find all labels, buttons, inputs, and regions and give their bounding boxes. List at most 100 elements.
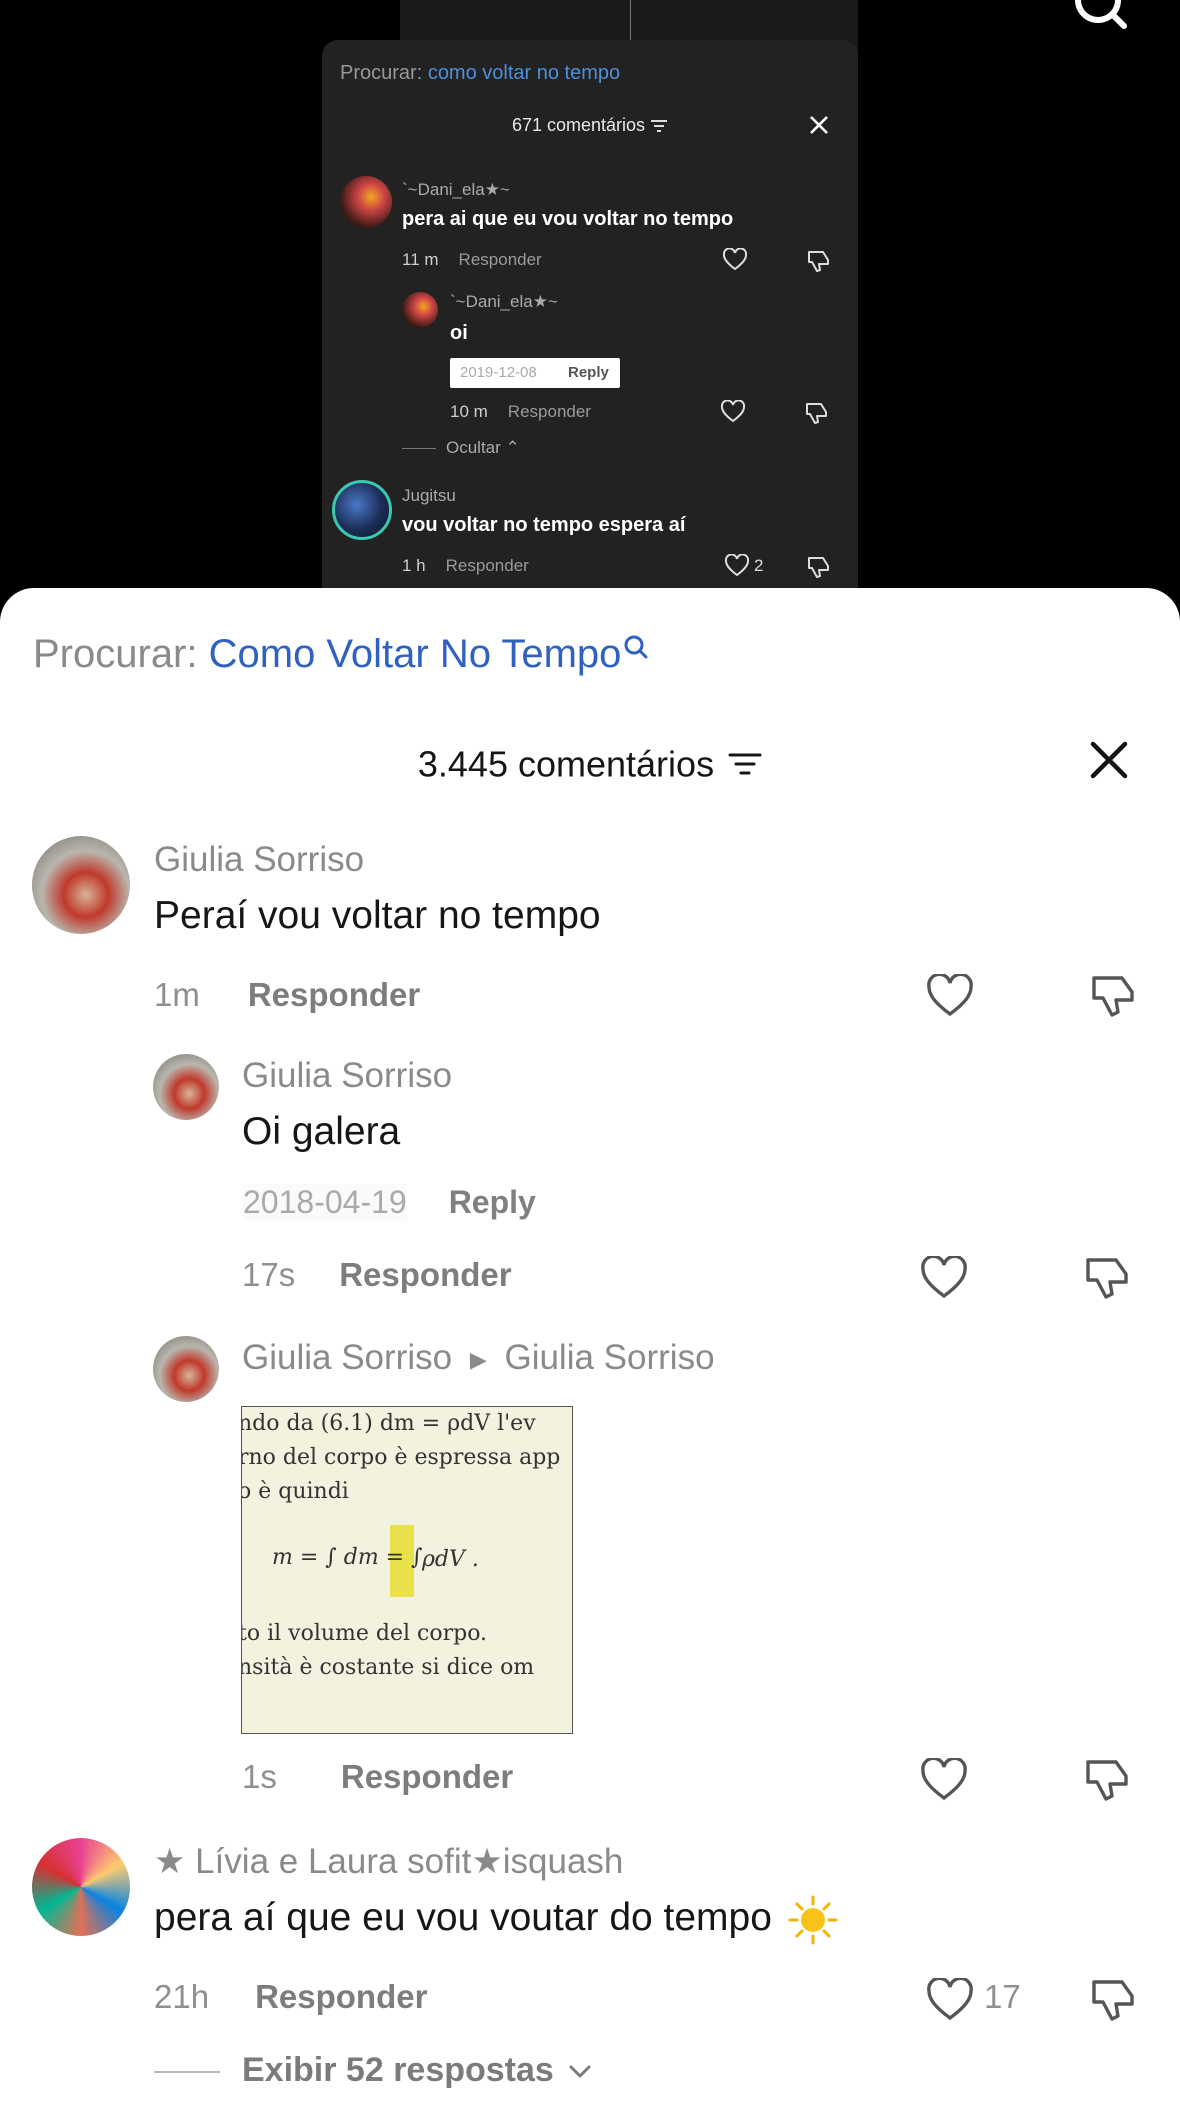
mini-comment-count-text: 671 comentários xyxy=(511,115,646,135)
dislike-icon[interactable] xyxy=(1084,1756,1132,1804)
heart-icon[interactable] xyxy=(926,1978,974,2022)
filter-icon[interactable] xyxy=(728,751,762,777)
date-reply-button[interactable]: Reply xyxy=(449,1184,536,1220)
image-line: rno del corpo è espressa app xyxy=(241,1445,561,1470)
mini-dislike-icon[interactable] xyxy=(806,554,832,580)
heart-icon[interactable] xyxy=(920,1256,968,1300)
comment-image[interactable]: ndo da (6.1) dm = ρdV l'ev rno del corpo… xyxy=(241,1406,573,1734)
comment-time: 21h xyxy=(154,1978,210,2015)
mini-comment-time: 10 m xyxy=(450,402,488,421)
comment-time: 1s xyxy=(242,1758,277,1795)
date-reply-row: 2018-04-19 Reply xyxy=(243,1184,536,1221)
comment-meta: 1s Responder xyxy=(242,1758,513,1796)
mini-dislike-icon[interactable] xyxy=(806,248,832,274)
mini-close-icon[interactable] xyxy=(807,113,831,137)
mini-heart-icon[interactable] xyxy=(722,248,748,272)
reply-button[interactable]: Responder xyxy=(255,1978,427,2015)
dislike-icon[interactable] xyxy=(1084,1254,1132,1302)
mini-comment-meta: 10 m Responder xyxy=(450,402,591,422)
chevron-down-icon xyxy=(569,2065,591,2078)
search-bar[interactable]: Procurar: Como Voltar No Tempo xyxy=(33,632,649,677)
dislike-icon[interactable] xyxy=(1090,972,1138,1020)
mini-search-label: Procurar: xyxy=(340,62,428,84)
mini-comment-time: 1 h xyxy=(402,556,426,575)
mini-heart-icon[interactable] xyxy=(720,400,746,424)
search-icon[interactable] xyxy=(1068,0,1128,38)
mini-reply-button[interactable]: Responder xyxy=(446,556,529,575)
mini-comment-text: oi xyxy=(450,322,468,344)
heart-icon[interactable] xyxy=(926,974,974,1018)
comment-count: 3.445 comentários xyxy=(417,743,715,785)
comment-meta: 21h Responder xyxy=(154,1978,427,2016)
mini-comment-username[interactable]: `~Dani_ela★~ xyxy=(402,180,510,200)
comment-time: 17s xyxy=(242,1256,296,1293)
mini-comment-text: vou voltar no tempo espera aí xyxy=(402,514,686,536)
comment-count-header: 3.445 comentários xyxy=(0,741,1180,785)
mini-hide-label[interactable]: Ocultar xyxy=(446,438,501,457)
comment-username-thread: Giulia Sorriso ▶ Giulia Sorriso xyxy=(242,1338,715,1378)
like-count: 17 xyxy=(984,1978,1021,2015)
comment-text: Oi galera xyxy=(242,1110,401,1153)
mini-avatar[interactable] xyxy=(402,292,438,328)
mini-reply-button[interactable]: Responder xyxy=(459,250,542,269)
chevron-up-icon: ⌃ xyxy=(505,438,520,457)
mini-hide-replies[interactable]: Ocultar ⌃ xyxy=(402,438,520,458)
comment-time: 1m xyxy=(154,976,200,1013)
avatar[interactable] xyxy=(153,1336,219,1402)
comment-meta: 17s Responder xyxy=(242,1256,512,1294)
reply-arrow-icon: ▶ xyxy=(469,1346,487,1372)
image-formula-tail: ρdV . xyxy=(422,1547,479,1572)
show-more-replies[interactable]: Exibir 52 respostas xyxy=(154,2051,593,2090)
mini-comment-text: pera ai que eu vou voltar no tempo xyxy=(402,208,734,230)
comment-username[interactable]: Giulia Sorriso xyxy=(154,840,364,880)
mini-date: 2019-12-08 xyxy=(460,364,537,381)
search-query-link[interactable]: Como Voltar No Tempo xyxy=(209,632,622,676)
mini-like-count: 2 xyxy=(754,556,764,575)
comment-text: Peraí vou voltar no tempo xyxy=(154,894,601,937)
reply-button[interactable]: Responder xyxy=(339,1256,511,1293)
embedded-comment-screenshot: Procurar: como voltar no tempo 671 comen… xyxy=(322,40,858,600)
mini-comment-time: 11 m xyxy=(402,250,439,269)
reply-to-username[interactable]: Giulia Sorriso xyxy=(504,1338,714,1377)
comment-username[interactable]: ★ Lívia e Laura sofit★isquash xyxy=(154,1842,623,1882)
mini-comment-meta: 11 m Responder xyxy=(402,250,542,270)
mini-date-reply[interactable]: Reply xyxy=(568,364,609,381)
image-line: o è quindi xyxy=(241,1479,349,1504)
comment-text-row: pera aí que eu vou voutar do tempo xyxy=(154,1895,838,1945)
image-line: ndo da (6.1) dm = ρdV l'ev xyxy=(241,1411,536,1436)
comment-date: 2018-04-19 xyxy=(243,1184,407,1220)
close-icon[interactable] xyxy=(1089,740,1129,780)
comments-sheet: Procurar: Como Voltar No Tempo 3.445 com… xyxy=(0,588,1180,2118)
mini-filter-icon[interactable] xyxy=(650,119,668,133)
mini-search-bar[interactable]: Procurar: como voltar no tempo xyxy=(340,62,620,85)
comment-username[interactable]: Giulia Sorriso xyxy=(242,1338,452,1377)
mini-avatar[interactable] xyxy=(340,176,392,228)
mini-search-query[interactable]: como voltar no tempo xyxy=(428,62,620,84)
mini-comment-username[interactable]: `~Dani_ela★~ xyxy=(450,292,558,312)
mini-heart-icon[interactable] xyxy=(724,554,750,578)
image-line: nsità è costante si dice om xyxy=(241,1655,535,1680)
heart-icon[interactable] xyxy=(920,1758,968,1802)
image-formula: m = ∫ dm = ∫ xyxy=(272,1545,423,1570)
show-more-label[interactable]: Exibir 52 respostas xyxy=(242,2051,554,2089)
mini-date-chip: 2019-12-08 Reply xyxy=(450,358,620,388)
mini-avatar[interactable] xyxy=(332,480,392,540)
mini-comment-meta: 1 h Responder xyxy=(402,556,529,576)
mini-reply-button[interactable]: Responder xyxy=(508,402,591,421)
search-label: Procurar: xyxy=(33,632,209,676)
sun-emoji-icon xyxy=(788,1895,838,1945)
search-icon[interactable] xyxy=(623,634,649,662)
avatar[interactable] xyxy=(153,1054,219,1120)
image-line: to il volume del corpo. xyxy=(241,1621,488,1646)
avatar[interactable] xyxy=(32,1838,130,1936)
comment-text: pera aí que eu vou voutar do tempo xyxy=(154,1896,772,1939)
reply-button[interactable]: Responder xyxy=(248,976,420,1013)
mini-comment-username[interactable]: Jugitsu xyxy=(402,486,456,506)
dislike-icon[interactable] xyxy=(1090,1976,1138,2024)
mini-dislike-icon[interactable] xyxy=(804,400,830,426)
avatar[interactable] xyxy=(32,836,130,934)
comment-username[interactable]: Giulia Sorriso xyxy=(242,1056,452,1096)
comment-meta: 1m Responder xyxy=(154,976,420,1014)
reply-button[interactable]: Responder xyxy=(341,1758,513,1795)
mini-comment-count: 671 comentários xyxy=(322,115,858,136)
